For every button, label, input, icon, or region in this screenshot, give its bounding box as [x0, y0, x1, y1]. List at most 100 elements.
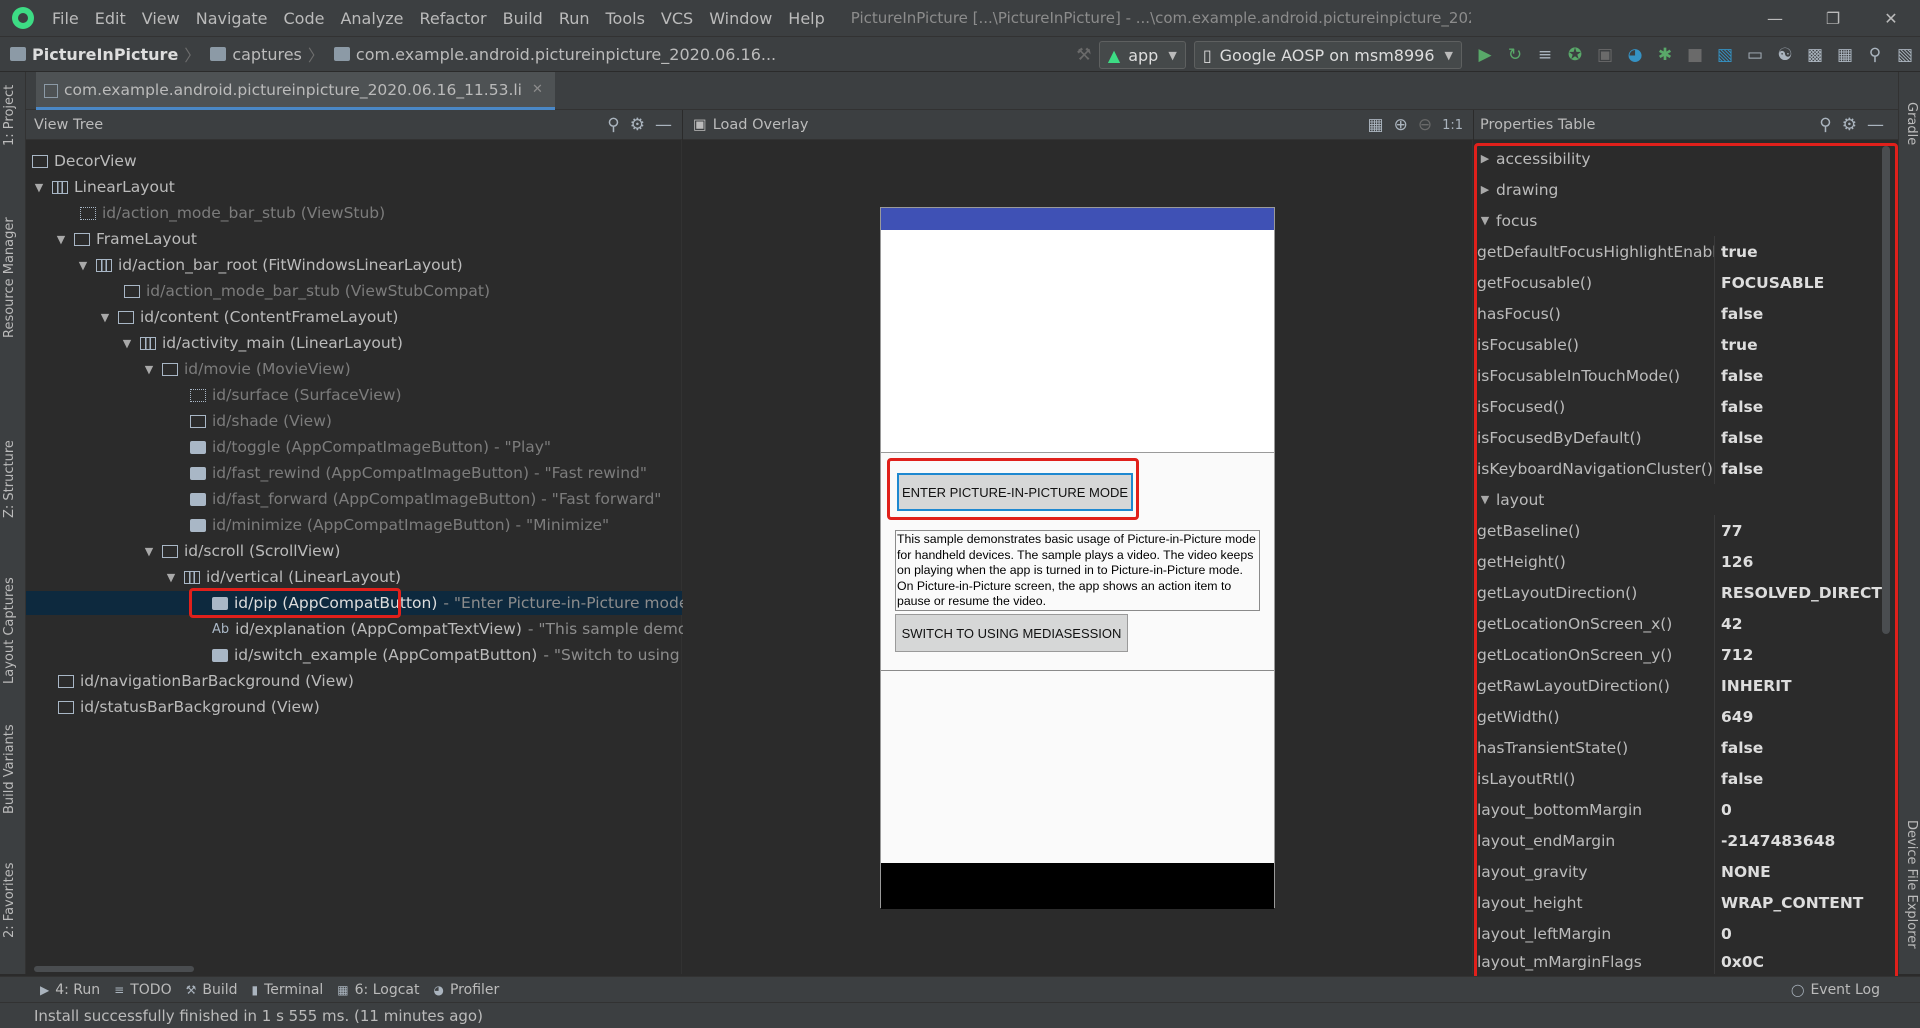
hammer-icon[interactable]: ⚒: [1069, 40, 1099, 70]
close-window-icon[interactable]: ✕: [1862, 0, 1920, 36]
tool-tab-event-log[interactable]: ◯ Event Log: [1791, 982, 1880, 998]
tree-node-fast-forward[interactable]: id/fast_forward (AppCompatImageButton) -…: [190, 487, 661, 511]
hide-panel-icon[interactable]: —: [655, 115, 672, 135]
sdk-manager-icon[interactable]: ▦: [1830, 40, 1860, 70]
tree-node-fast-rewind[interactable]: id/fast_rewind (AppCompatImageButton) - …: [190, 461, 647, 485]
breadcrumb-project[interactable]: PictureInPicture 〉: [0, 42, 200, 66]
tool-tab-build-variants[interactable]: Build Variants: [2, 724, 17, 814]
horizontal-scrollbar[interactable]: [34, 966, 194, 972]
tool-tab-gradle[interactable]: Gradle: [1904, 102, 1919, 145]
menu-run[interactable]: Run: [551, 9, 598, 28]
restore-window-icon[interactable]: ❐: [1804, 0, 1862, 36]
tool-tab-logcat[interactable]: ▦ 6: Logcat: [337, 982, 419, 998]
profile-icon[interactable]: ◕: [1620, 40, 1650, 70]
load-overlay-button[interactable]: Load Overlay: [713, 117, 809, 133]
right-tool-strip: Gradle Device File Explorer: [1898, 72, 1920, 974]
tree-node-action-bar-root[interactable]: ▼ id/action_bar_root (FitWindowsLinearLay…: [76, 253, 463, 277]
zoom-out-icon[interactable]: ⊖: [1418, 115, 1432, 135]
tool-tab-todo[interactable]: ≡ TODO: [114, 982, 171, 998]
menu-edit[interactable]: Edit: [87, 9, 134, 28]
tree-node-action-mode-bar-stub[interactable]: id/action_mode_bar_stub (ViewStub): [80, 201, 385, 225]
tree-node-navigation-bar-background[interactable]: id/navigationBarBackground (View): [58, 669, 354, 693]
tree-node-vertical[interactable]: ▼ id/vertical (LinearLayout): [164, 565, 401, 589]
tree-node-framelayout[interactable]: ▼ FrameLayout: [54, 227, 197, 251]
breadcrumb-captures[interactable]: captures 〉: [200, 42, 324, 66]
tool-tab-layout-captures[interactable]: Layout Captures: [2, 577, 17, 684]
device-navigation-bar: [881, 863, 1274, 909]
tool-tab-favorites[interactable]: 2: Favorites: [2, 862, 17, 938]
run-icon: ▶: [40, 982, 50, 997]
tree-node-action-mode-bar-stub-compat[interactable]: id/action_mode_bar_stub (ViewStubCompat): [124, 279, 490, 303]
menu-navigate[interactable]: Navigate: [188, 9, 276, 28]
zoom-in-icon[interactable]: ⊕: [1394, 115, 1408, 135]
gear-icon[interactable]: ⚙: [630, 115, 645, 135]
debug-icon[interactable]: ✪: [1560, 40, 1590, 70]
zoom-actual-size[interactable]: 1:1: [1442, 118, 1463, 133]
hide-panel-icon[interactable]: —: [1867, 115, 1884, 135]
tree-node-surface[interactable]: id/surface (SurfaceView): [190, 383, 402, 407]
tree-node-linearlayout[interactable]: ▼ LinearLayout: [32, 175, 175, 199]
project-structure-icon[interactable]: ▧: [1710, 40, 1740, 70]
highlight-pip-button: [887, 458, 1139, 520]
tool-tab-terminal[interactable]: ▮ Terminal: [252, 982, 324, 998]
apply-code-changes-icon[interactable]: ≡: [1530, 40, 1560, 70]
menu-code[interactable]: Code: [276, 9, 333, 28]
tool-tab-run[interactable]: ▶ 4: Run: [40, 982, 100, 998]
todo-icon: ≡: [114, 982, 125, 997]
breadcrumb-capture-file[interactable]: com.example.android.pictureinpicture_202…: [324, 45, 776, 64]
menu-build[interactable]: Build: [495, 9, 551, 28]
tool-tab-project[interactable]: 1: Project: [2, 85, 17, 146]
menu-view[interactable]: View: [134, 9, 188, 28]
device-switch-button[interactable]: SWITCH TO USING MEDIASESSION: [895, 614, 1128, 652]
menu-tools[interactable]: Tools: [598, 9, 653, 28]
device-select[interactable]: ▯ Google AOSP on msm8996 ▼: [1193, 41, 1462, 69]
tree-node-minimize[interactable]: id/minimize (AppCompatImageButton) - "Mi…: [190, 513, 609, 537]
load-overlay-icon[interactable]: ▣: [693, 117, 707, 133]
folder-icon: [210, 47, 227, 61]
tool-tab-device-file-explorer[interactable]: Device File Explorer: [1904, 820, 1919, 949]
attach-debugger-icon[interactable]: ▣: [1590, 40, 1620, 70]
tool-tab-profiler[interactable]: ◕ Profiler: [434, 982, 500, 998]
tree-node-decorview[interactable]: DecorView: [32, 149, 137, 173]
grid-icon[interactable]: ▦: [1368, 115, 1384, 135]
movie-view-area: [881, 230, 1274, 453]
status-message: Install successfully finished in 1 s 555…: [34, 1006, 483, 1025]
tree-node-shade[interactable]: id/shade (View): [190, 409, 332, 433]
menu-window[interactable]: Window: [701, 9, 780, 28]
tree-node-explanation[interactable]: Ab id/explanation (AppCompatTextView) - "T…: [212, 617, 705, 641]
tree-node-content[interactable]: ▼ id/content (ContentFrameLayout): [98, 305, 399, 329]
stop-icon[interactable]: ■: [1680, 40, 1710, 70]
close-tab-icon[interactable]: ✕: [532, 82, 543, 97]
search-icon[interactable]: ⚲: [607, 115, 619, 135]
apply-changes-icon[interactable]: ↻: [1500, 40, 1530, 70]
minimize-window-icon[interactable]: —: [1746, 0, 1804, 36]
device-icon: ▯: [1202, 45, 1212, 65]
editor-tab-label: com.example.android.pictureinpicture_202…: [64, 80, 522, 99]
tree-node-status-bar-background[interactable]: id/statusBarBackground (View): [58, 695, 320, 719]
menu-analyze[interactable]: Analyze: [332, 9, 411, 28]
tool-tab-structure[interactable]: Z: Structure: [2, 440, 17, 518]
tree-node-toggle[interactable]: id/toggle (AppCompatImageButton) - "Play…: [190, 435, 551, 459]
tree-node-switch-example[interactable]: id/switch_example (AppCompatButton) - "Sw…: [212, 643, 707, 667]
tree-node-activity-main[interactable]: ▼ id/activity_main (LinearLayout): [120, 331, 403, 355]
search-icon[interactable]: ⚲: [1819, 115, 1831, 135]
gear-icon[interactable]: ⚙: [1842, 115, 1857, 135]
menu-vcs[interactable]: VCS: [653, 9, 701, 28]
sync-gradle-icon[interactable]: ☯: [1770, 40, 1800, 70]
device-manager-icon[interactable]: ▩: [1800, 40, 1830, 70]
search-everywhere-icon[interactable]: ⚲: [1860, 40, 1890, 70]
run-icon[interactable]: ▶: [1470, 40, 1500, 70]
attach-process-icon[interactable]: ✱: [1650, 40, 1680, 70]
avd-manager-icon[interactable]: ▭: [1740, 40, 1770, 70]
menu-help[interactable]: Help: [780, 9, 832, 28]
tool-tab-build[interactable]: ⚒ Build: [186, 982, 238, 998]
tree-node-scroll[interactable]: ▼ id/scroll (ScrollView): [142, 539, 341, 563]
menu-refactor[interactable]: Refactor: [412, 9, 495, 28]
tool-tab-resource-manager[interactable]: Resource Manager: [2, 217, 17, 338]
highlight-properties-table: [1474, 143, 1898, 980]
run-config-select[interactable]: ▲ app ▼: [1098, 41, 1186, 69]
ide-avatar-icon[interactable]: ▧: [1890, 40, 1920, 70]
editor-tab-capture[interactable]: com.example.android.pictureinpicture_202…: [36, 72, 555, 110]
tree-node-movie[interactable]: ▼ id/movie (MovieView): [142, 357, 351, 381]
menu-file[interactable]: File: [44, 9, 87, 28]
